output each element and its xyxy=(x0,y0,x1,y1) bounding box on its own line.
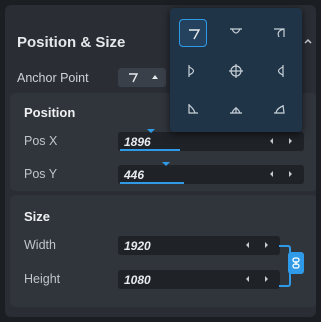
width-label: Width xyxy=(24,238,56,252)
panel-title: Position & Size xyxy=(17,34,126,51)
anchor-center-icon xyxy=(229,64,243,78)
pos-y-label: Pos Y xyxy=(24,167,58,181)
anchor-top-left-icon xyxy=(189,29,201,40)
pos-x-field[interactable]: 1896 xyxy=(118,129,304,151)
pos-y-field[interactable]: 446 xyxy=(118,162,304,184)
pos-x-marker xyxy=(147,129,155,133)
pos-x-label: Pos X xyxy=(24,134,58,148)
anchor-option-center[interactable] xyxy=(222,57,250,85)
anchor-point-popup xyxy=(170,8,302,132)
link-icon xyxy=(292,257,300,269)
height-value: 1080 xyxy=(124,273,151,287)
pos-x-value: 1896 xyxy=(124,135,151,149)
anchor-point-label: Anchor Point xyxy=(17,71,89,85)
anchor-top-center-icon xyxy=(230,28,242,34)
width-field[interactable]: 1920 xyxy=(118,236,280,255)
height-field[interactable]: 1080 xyxy=(118,270,280,289)
collapse-icon[interactable] xyxy=(302,36,314,46)
anchor-option-middle-left[interactable] xyxy=(179,57,207,85)
anchor-option-bottom-center[interactable] xyxy=(222,95,250,123)
anchor-middle-right-icon xyxy=(277,65,284,77)
pos-x-stepper-icon[interactable] xyxy=(266,136,296,146)
height-label: Height xyxy=(24,272,61,286)
anchor-option-top-right[interactable] xyxy=(265,19,293,47)
anchor-middle-left-icon xyxy=(188,65,195,77)
pos-x-slider-fill xyxy=(120,149,180,151)
caret-up-icon xyxy=(152,75,158,79)
aspect-lock-button[interactable] xyxy=(288,252,304,274)
anchor-top-right-icon xyxy=(274,28,285,38)
anchor-option-top-center[interactable] xyxy=(222,19,250,47)
anchor-option-middle-right[interactable] xyxy=(265,57,293,85)
anchor-option-bottom-left[interactable] xyxy=(179,95,207,123)
position-section-title: Position xyxy=(24,105,76,120)
anchor-bottom-left-icon xyxy=(188,104,198,114)
pos-y-value: 446 xyxy=(124,168,145,182)
width-stepper-icon[interactable] xyxy=(242,240,272,250)
pos-y-marker xyxy=(162,162,170,166)
pos-y-stepper-icon[interactable] xyxy=(266,169,296,179)
anchor-option-bottom-right[interactable] xyxy=(265,95,293,123)
anchor-point-dropdown[interactable] xyxy=(118,68,166,87)
width-value: 1920 xyxy=(124,239,151,253)
size-section: Size Width 1920 Height 1080 xyxy=(10,195,316,307)
anchor-option-top-left[interactable] xyxy=(179,19,207,47)
pos-y-slider-fill xyxy=(120,182,184,184)
size-section-title: Size xyxy=(24,209,51,224)
anchor-bottom-center-icon xyxy=(230,107,242,114)
height-stepper-icon[interactable] xyxy=(242,274,272,284)
anchor-bottom-right-icon xyxy=(274,104,285,114)
anchor-top-left-icon xyxy=(129,73,139,83)
